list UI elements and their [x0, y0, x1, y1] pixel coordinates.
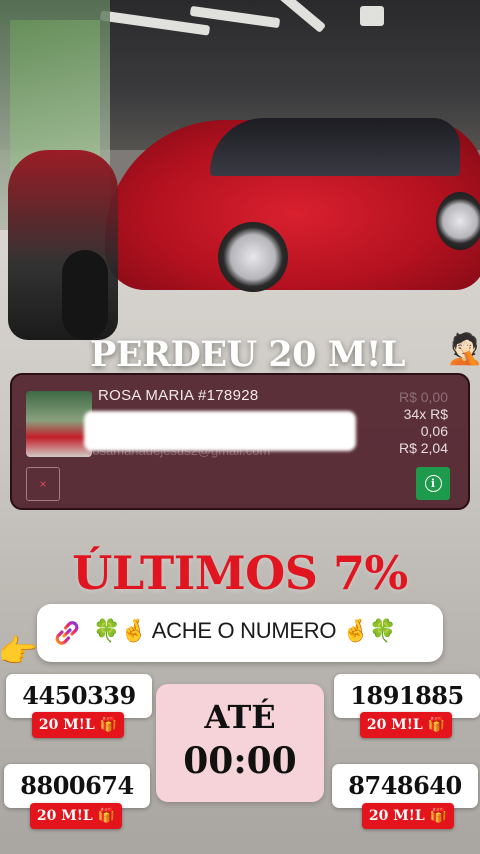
find-number-bar[interactable]: 🍀🤞 ACHE O NUMERO 🤞🍀	[37, 604, 443, 662]
car-window	[210, 118, 460, 176]
facepalm-emoji: 🤦🏻	[446, 333, 480, 366]
countdown-timer: ATÉ 00:00	[156, 684, 324, 802]
price-line: R$ 0,00	[398, 389, 448, 405]
prize-badge: 20 M!L 🎁	[32, 712, 124, 738]
prize-badge: 20 M!L 🎁	[362, 803, 454, 829]
ceiling-light	[360, 6, 384, 26]
info-button[interactable]: i	[416, 467, 450, 500]
prize-badge: 20 M!L 🎁	[360, 712, 452, 738]
pointing-hand-emoji: 👉	[0, 633, 38, 669]
car-wheel	[436, 192, 480, 250]
find-number-label: 🍀🤞 ACHE O NUMERO 🤞🍀	[93, 618, 396, 644]
redaction-mask	[84, 411, 356, 451]
timer-label: ATÉ	[204, 698, 276, 736]
clover-fingers-emoji: 🍀🤞	[93, 618, 148, 643]
close-icon: ×	[39, 477, 47, 491]
lost-prize-headline: PERDEU 20 M!L	[90, 334, 405, 375]
prize-badge: 20 M!L 🎁	[30, 803, 122, 829]
lucky-number: 8800674	[20, 771, 134, 800]
lucky-number-card[interactable]: 8748640	[332, 764, 478, 808]
close-button[interactable]: ×	[26, 467, 60, 501]
car-thumbnail	[26, 391, 92, 457]
price-line: 0,06	[420, 423, 448, 439]
remaining-percent-title: ÚLTIMOS 7%	[72, 546, 408, 600]
glass-window-plants	[10, 20, 100, 170]
motorcycle-wheel	[62, 250, 108, 340]
search-label: ACHE O NUMERO	[151, 618, 337, 643]
price-line: 34x R$	[403, 406, 448, 422]
fingers-clover-emoji: 🤞🍀	[341, 618, 397, 643]
car-wheel	[218, 222, 288, 292]
timer-value: 00:00	[183, 740, 297, 782]
link-icon	[55, 621, 79, 645]
lucky-number-card[interactable]: 8800674	[4, 764, 150, 808]
winner-card: ROSA MARIA #178928 rosamariadejesus2@gma…	[10, 373, 470, 510]
info-icon: i	[424, 475, 442, 492]
lucky-number: 8748640	[348, 771, 462, 800]
price-summary: R$ 0,00 34x R$ 0,06 R$ 2,04	[399, 389, 448, 457]
price-line: R$ 2,04	[398, 440, 448, 456]
winner-name: ROSA MARIA #178928	[98, 387, 259, 404]
